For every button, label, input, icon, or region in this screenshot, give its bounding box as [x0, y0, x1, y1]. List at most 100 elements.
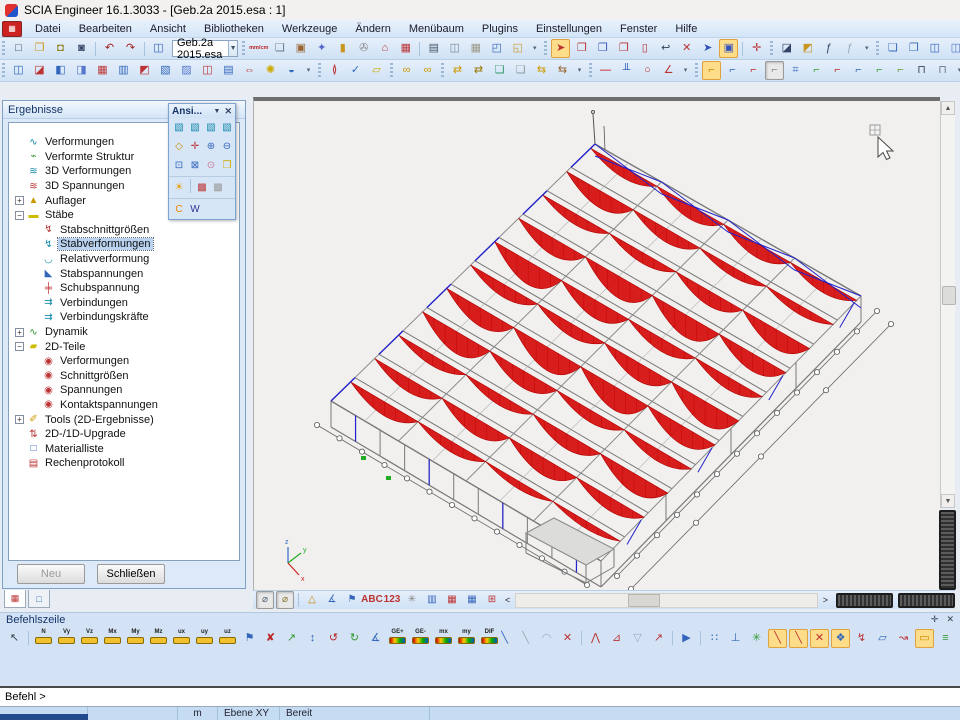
document-icon[interactable]: ◰ — [487, 39, 506, 58]
menu-einstellungen[interactable]: Einstellungen — [527, 23, 611, 35]
scia-logo-icon[interactable]: ▦ — [2, 21, 22, 37]
vertex-snap-icon[interactable]: ⋀ — [586, 629, 605, 648]
menu-hilfe[interactable]: Hilfe — [666, 23, 706, 35]
paste-attributes-icon[interactable]: ◩ — [798, 39, 817, 58]
collapse-icon[interactable]: − — [15, 211, 24, 220]
chevron-down-icon[interactable]: ▼ — [228, 41, 237, 56]
open-project-icon[interactable]: ❒ — [30, 39, 49, 58]
table-input-icon[interactable]: ❏ — [490, 61, 509, 80]
snap-endpoint-icon[interactable]: ╲ — [768, 629, 787, 648]
member-swap-icon[interactable]: ⇆ — [532, 61, 551, 80]
result-my-icon[interactable]: My — [125, 629, 146, 647]
table-results-icon[interactable]: ❏ — [511, 61, 530, 80]
single-check-icon[interactable]: ↗ — [282, 629, 301, 648]
print-icon[interactable]: ▤ — [424, 39, 443, 58]
tree-item-stabschnittgrößen[interactable]: ↯Stabschnittgrößen — [9, 223, 239, 238]
menu-bearbeiten[interactable]: Bearbeiten — [70, 23, 141, 35]
tree-item-verbindungen[interactable]: ⇉Verbindungen — [9, 296, 239, 311]
project-manager-icon[interactable]: ◫ — [149, 39, 168, 58]
haunch-icon[interactable]: ⌐ — [702, 61, 721, 80]
print-area-icon[interactable]: ❒ — [219, 157, 235, 174]
draw-line-free-icon[interactable]: ╲ — [516, 629, 535, 648]
dot-grid-icon[interactable]: ∷ — [705, 629, 724, 648]
draw-column-icon[interactable]: ╨ — [617, 61, 636, 80]
horizontal-rotate-slider-1[interactable] — [836, 593, 893, 608]
show-mesh-icon[interactable]: ✳ — [403, 591, 421, 609]
snap-orthogonal-icon[interactable]: ❖ — [831, 629, 850, 648]
copy-attributes-icon[interactable]: ◪ — [777, 39, 796, 58]
select-line-icon[interactable]: ▯ — [635, 39, 654, 58]
select-all-icon[interactable]: ▣ — [719, 39, 738, 58]
scroll-right-icon[interactable]: > — [823, 595, 828, 605]
member-recognition-icon[interactable]: ▱ — [367, 61, 386, 80]
edge-snap-icon[interactable]: ⊿ — [607, 629, 626, 648]
toolbar-overflow-icon[interactable]: ▾ — [954, 61, 960, 80]
new-button[interactable]: Neu — [17, 564, 85, 584]
zoom-window-icon[interactable]: ⊡ — [171, 157, 187, 174]
profile-library-icon[interactable]: ▣ — [291, 39, 310, 58]
save-icon[interactable]: ◙ — [72, 39, 91, 58]
snap-extension-icon[interactable]: ↝ — [894, 629, 913, 648]
select-by-workplane-icon[interactable]: ➤ — [698, 39, 717, 58]
draw-angle-icon[interactable]: ∠ — [659, 61, 678, 80]
pan-view-icon[interactable]: ✛ — [187, 138, 203, 155]
pointer-icon[interactable]: ↖ — [5, 629, 24, 648]
close-icon[interactable]: ✕ — [224, 106, 232, 117]
toolbar-overflow-icon[interactable]: ▾ — [303, 61, 314, 80]
wall-icon[interactable]: ⊓ — [912, 61, 931, 80]
point-snap-icon[interactable]: ↗ — [649, 629, 668, 648]
tree-item-relativverformung[interactable]: ◡Relativverformung — [9, 252, 239, 267]
menu-bibliotheken[interactable]: Bibliotheken — [195, 23, 273, 35]
toolbar-overflow-icon[interactable]: ▾ — [680, 61, 691, 80]
window-cascade-icon[interactable]: ❐ — [904, 39, 923, 58]
opening-icon[interactable]: ⌐ — [744, 61, 763, 80]
select-previous-icon[interactable]: ↩ — [656, 39, 675, 58]
tree-item-dynamik[interactable]: +∿Dynamik — [9, 325, 239, 340]
draw-circle-icon[interactable]: ○ — [638, 61, 657, 80]
menu-menübaum[interactable]: Menübaum — [400, 23, 473, 35]
horizontal-rotate-slider-2[interactable] — [898, 593, 955, 608]
polyline-edit-icon[interactable]: ✺ — [261, 61, 280, 80]
copy-entity-icon[interactable]: ◪ — [30, 61, 49, 80]
result-ge-plus-icon[interactable]: GE+ — [387, 629, 408, 647]
view-z-icon[interactable]: ▧ — [203, 119, 219, 136]
scroll-up-icon[interactable]: ▲ — [941, 101, 955, 115]
view-axonometric-icon[interactable]: ▧ — [219, 119, 235, 136]
vertical-scrollbar[interactable]: ▲ ▼ — [940, 101, 955, 508]
view-x-icon[interactable]: ▧ — [171, 119, 187, 136]
tree-item-rechenprotokoll[interactable]: ▤Rechenprotokoll — [9, 456, 239, 471]
tree-item-verformungen[interactable]: ◉Verformungen — [9, 354, 239, 369]
zoom-out-icon[interactable]: ⊖ — [219, 138, 235, 155]
result-my-iso-icon[interactable]: my — [456, 629, 477, 647]
collapse-icon[interactable]: − — [15, 342, 24, 351]
select-add-icon[interactable]: ❐ — [572, 39, 591, 58]
tree-item-materialliste[interactable]: □Materialliste — [9, 441, 239, 456]
tree-item-kontaktspannungen[interactable]: ◉Kontaktspannungen — [9, 398, 239, 413]
check-structure-data-icon[interactable]: ✓ — [346, 61, 365, 80]
results-values-icon[interactable]: ▦ — [463, 591, 481, 609]
snap-intersection-icon[interactable]: ✕ — [810, 629, 829, 648]
move-node-icon[interactable]: ⇄ — [448, 61, 467, 80]
light-icon[interactable]: ☀ — [171, 179, 187, 196]
connections-icon[interactable]: ⌂ — [375, 39, 394, 58]
connect-members-icon[interactable]: ≬ — [325, 61, 344, 80]
measure-icon[interactable]: ▭ — [915, 629, 934, 648]
join-entity-icon[interactable]: ◫ — [198, 61, 217, 80]
snap-center-icon[interactable]: ✳ — [747, 629, 766, 648]
tab-layers[interactable]: □ — [28, 590, 50, 608]
draw-beam-icon[interactable]: — — [596, 61, 615, 80]
menu-fenster[interactable]: Fenster — [611, 23, 666, 35]
show-supports-icon[interactable]: △ — [303, 591, 321, 609]
tree-item-2d-teile[interactable]: −▰2D-Teile — [9, 339, 239, 354]
snap-midpoint-icon[interactable]: ╲ — [789, 629, 808, 648]
local-axes-icon[interactable]: ⚑ — [240, 629, 259, 648]
scale-entity-icon[interactable]: ▦ — [93, 61, 112, 80]
scroll-down-icon[interactable]: ▼ — [941, 494, 955, 508]
calculator-icon[interactable]: ▦ — [466, 39, 485, 58]
xyz-input-icon[interactable]: ✦ — [312, 39, 331, 58]
show-loads-icon[interactable]: ∡ — [323, 591, 341, 609]
tree-item-stabverformungen[interactable]: ↯Stabverformungen — [9, 237, 239, 252]
menu-werkzeuge[interactable]: Werkzeuge — [273, 23, 346, 35]
face-snap-icon[interactable]: ▽ — [628, 629, 647, 648]
toolbar-overflow-icon[interactable]: ▾ — [861, 39, 872, 58]
